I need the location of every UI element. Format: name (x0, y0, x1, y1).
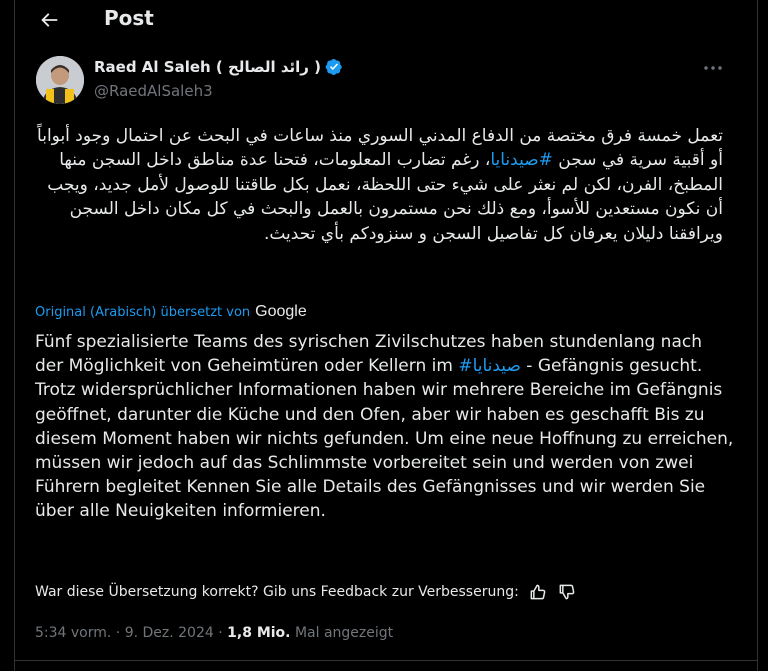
post-text-original: تعمل خمسة فرق مختصة من الدفاع المدني الس… (35, 124, 723, 246)
author-name[interactable]: Raed Al Saleh ( رائد الصالح ) (94, 58, 343, 76)
more-options-icon[interactable] (701, 58, 725, 78)
divider (15, 660, 757, 661)
avatar[interactable] (36, 56, 84, 104)
translation-label: Original (Arabisch) übersetzt von (35, 304, 251, 320)
post-panel: Post Raed Al Saleh ( رائد الصالح ) @Raed… (14, 0, 758, 671)
post-date[interactable]: 9. Dez. 2024 (125, 625, 214, 641)
google-logo: Google (255, 303, 307, 320)
page-header: Post (15, 0, 757, 40)
feedback-question: War diese Übersetzung korrekt? Gib uns F… (35, 584, 519, 600)
translation-feedback: War diese Übersetzung korrekt? Gib uns F… (35, 582, 577, 602)
meta-separator-2: · (213, 625, 228, 641)
meta-separator: · (111, 625, 125, 641)
translation-hashtag-link[interactable]: #صيدنايا (458, 356, 521, 376)
translation-attribution[interactable]: Original (Arabisch) übersetzt von Google (35, 303, 307, 321)
page-title: Post (104, 6, 154, 30)
hashtag-link[interactable]: #صيدنايا (490, 150, 553, 170)
views-label: Mal angezeigt (290, 625, 394, 641)
post-meta: 5:34 vorm. · 9. Dez. 2024 · 1,8 Mio. Mal… (35, 625, 393, 641)
verified-badge-icon (325, 58, 342, 76)
thumbs-up-icon[interactable] (528, 582, 548, 602)
back-arrow-icon[interactable] (38, 9, 60, 31)
author-name-text: Raed Al Saleh ( رائد الصالح ) (94, 58, 322, 76)
post-time[interactable]: 5:34 vorm. (35, 625, 111, 641)
avatar-image (36, 56, 84, 104)
translation-text-part2: - Gefängnis gesucht. Trotz widersprüchli… (35, 356, 734, 522)
post-text-translation: Fünf spezialisierte Teams des syrischen … (35, 330, 735, 524)
views-count: 1,8 Mio. (227, 625, 291, 641)
author-handle[interactable]: @RaedAlSaleh3 (94, 82, 213, 100)
thumbs-down-icon[interactable] (557, 582, 577, 602)
